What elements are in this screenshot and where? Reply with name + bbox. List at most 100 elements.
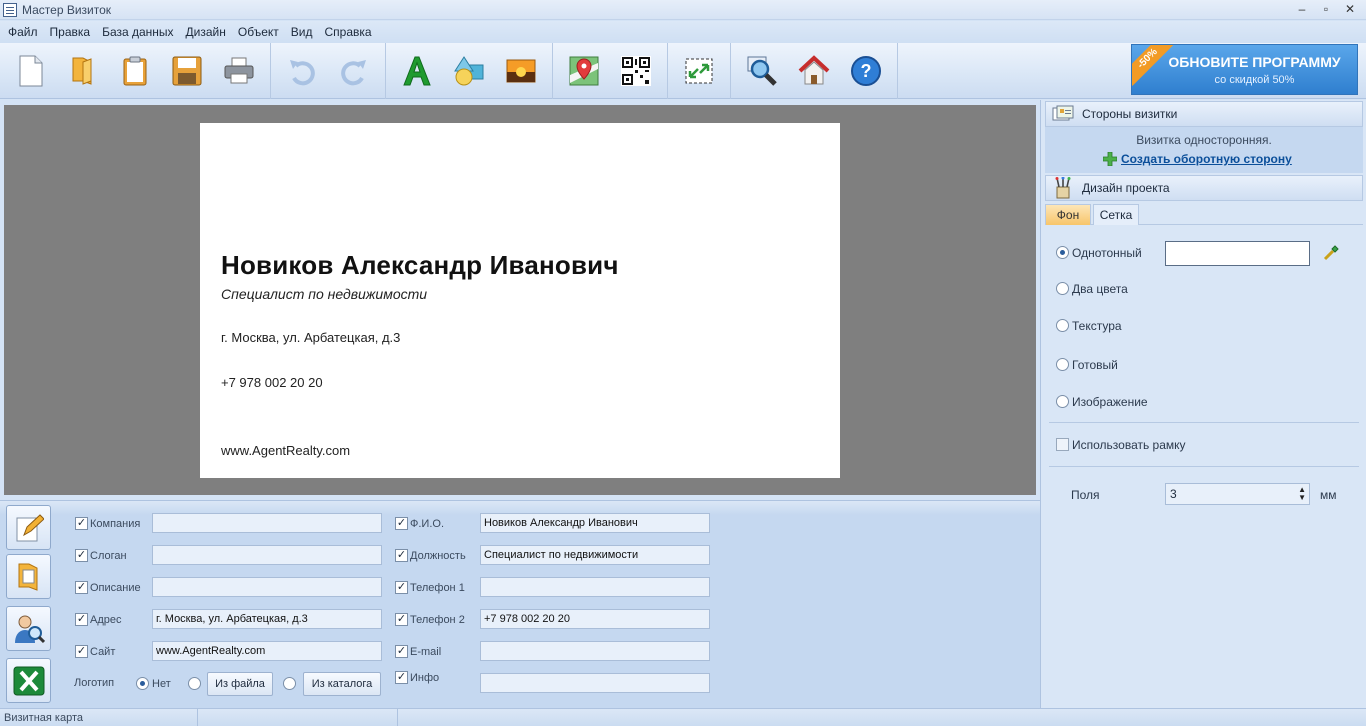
preview-button[interactable] xyxy=(740,49,784,93)
use-frame-checkbox[interactable] xyxy=(1056,438,1069,451)
post-input[interactable]: Специалист по недвижимости xyxy=(480,545,710,565)
upgrade-banner[interactable]: -50% ОБНОВИТЕ ПРОГРАММУ со скидкой 50% xyxy=(1131,44,1358,95)
post-checkbox[interactable]: ✓ xyxy=(395,549,408,562)
card-name-text[interactable]: Новиков Александр Иванович xyxy=(221,250,619,281)
app-icon xyxy=(3,2,17,17)
save-button[interactable] xyxy=(165,49,209,93)
menu-database[interactable]: База данных xyxy=(96,21,179,43)
menu-help[interactable]: Справка xyxy=(318,21,377,43)
edit-text-button[interactable] xyxy=(6,505,51,550)
site-input[interactable]: www.AgentRealty.com xyxy=(152,641,382,661)
help-icon: ? xyxy=(851,55,881,86)
add-image-button[interactable] xyxy=(499,49,543,93)
company-checkbox[interactable]: ✓ xyxy=(75,517,88,530)
logo-from-catalog-button[interactable]: Из каталога xyxy=(303,672,381,696)
excel-icon xyxy=(13,666,44,695)
logo-catalog-radio[interactable] xyxy=(283,677,296,690)
menu-file[interactable]: Файл xyxy=(2,21,44,43)
email-checkbox[interactable]: ✓ xyxy=(395,645,408,658)
tab-background[interactable]: Фон xyxy=(1045,204,1091,225)
paste-button[interactable] xyxy=(113,49,157,93)
folder-doc-icon xyxy=(18,563,37,591)
address-input[interactable]: г. Москва, ул. Арбатецкая, д.3 xyxy=(152,609,382,629)
open-database-button[interactable] xyxy=(6,554,51,599)
business-card[interactable]: Новиков Александр Иванович Специалист по… xyxy=(200,123,840,478)
slogan-label: Слоган xyxy=(90,550,127,562)
slogan-input[interactable] xyxy=(152,545,382,565)
description-checkbox[interactable]: ✓ xyxy=(75,581,88,594)
find-contact-button[interactable] xyxy=(6,606,51,651)
eyedropper-icon[interactable] xyxy=(1323,243,1341,261)
email-input[interactable] xyxy=(480,641,710,661)
divider xyxy=(1049,466,1359,467)
undo-button[interactable] xyxy=(280,49,324,93)
add-qr-button[interactable] xyxy=(614,49,658,93)
bg-solid-radio[interactable] xyxy=(1056,246,1069,259)
info-checkbox[interactable]: ✓ xyxy=(395,671,408,684)
site-checkbox[interactable]: ✓ xyxy=(75,645,88,658)
design-canvas[interactable]: Новиков Александр Иванович Специалист по… xyxy=(4,105,1036,495)
upgrade-subtitle: со скидкой 50% xyxy=(1214,74,1295,86)
logo-none-radio[interactable] xyxy=(136,677,149,690)
printer-icon xyxy=(224,57,254,83)
menu-view[interactable]: Вид xyxy=(285,21,319,43)
solid-color-swatch[interactable] xyxy=(1165,241,1310,266)
bg-image-radio[interactable] xyxy=(1056,395,1069,408)
slogan-checkbox[interactable]: ✓ xyxy=(75,549,88,562)
redo-button[interactable] xyxy=(332,49,376,93)
menu-edit[interactable]: Правка xyxy=(44,21,97,43)
tab-grid[interactable]: Сетка xyxy=(1093,204,1139,225)
email-label: E-mail xyxy=(410,646,442,658)
print-button[interactable] xyxy=(217,49,261,93)
card-address-text[interactable]: г. Москва, ул. Арбатецкая, д.3 xyxy=(221,330,400,345)
address-checkbox[interactable]: ✓ xyxy=(75,613,88,626)
company-input[interactable] xyxy=(152,513,382,533)
design-panel-header[interactable]: Дизайн проекта xyxy=(1045,175,1363,201)
address-label: Адрес xyxy=(90,614,122,626)
maximize-button[interactable]: ▫ xyxy=(1316,1,1336,17)
close-button[interactable]: ✕ xyxy=(1340,1,1360,17)
info-input[interactable] xyxy=(480,673,710,693)
design-panel-title: Дизайн проекта xyxy=(1082,181,1170,195)
minimize-button[interactable]: – xyxy=(1292,1,1312,17)
sides-panel-header[interactable]: Стороны визитки xyxy=(1045,101,1363,127)
logo-from-file-button[interactable]: Из файла xyxy=(207,672,273,696)
title-bar: Мастер Визиток – ▫ ✕ xyxy=(0,0,1366,20)
card-phone-text[interactable]: +7 978 002 20 20 xyxy=(221,375,323,390)
bg-ready-radio[interactable] xyxy=(1056,358,1069,371)
add-text-button[interactable] xyxy=(395,49,439,93)
bg-two-colors-radio[interactable] xyxy=(1056,282,1069,295)
properties-panel: Стороны визитки Визитка односторонняя. С… xyxy=(1040,100,1366,708)
bg-texture-radio[interactable] xyxy=(1056,319,1069,332)
logo-file-radio[interactable] xyxy=(188,677,201,690)
phone1-input[interactable] xyxy=(480,577,710,597)
house-icon xyxy=(798,54,830,84)
new-document-button[interactable] xyxy=(9,49,53,93)
fio-input[interactable]: Новиков Александр Иванович xyxy=(480,513,710,533)
import-excel-button[interactable] xyxy=(6,658,51,703)
open-button[interactable] xyxy=(61,49,105,93)
create-back-side-link[interactable]: Создать оборотную сторону xyxy=(1121,152,1292,166)
fio-checkbox[interactable]: ✓ xyxy=(395,517,408,530)
home-button[interactable] xyxy=(792,49,836,93)
phone2-checkbox[interactable]: ✓ xyxy=(395,613,408,626)
card-position-text[interactable]: Специалист по недвижимости xyxy=(221,286,427,302)
stepper-arrows-icon[interactable]: ▲ ▼ xyxy=(1298,486,1306,502)
info-label: Инфо xyxy=(410,672,440,684)
card-site-text[interactable]: www.AgentRealty.com xyxy=(221,443,350,458)
picture-icon xyxy=(506,59,536,82)
card-fields-panel: ✓ Компания ✓ Слоган ✓ Описание ✓ Адрес г… xyxy=(0,500,1040,708)
description-input[interactable] xyxy=(152,577,382,597)
phone2-input[interactable]: +7 978 002 20 20 xyxy=(480,609,710,629)
fit-page-button[interactable] xyxy=(677,49,721,93)
help-button[interactable]: ? xyxy=(844,49,888,93)
add-shape-button[interactable] xyxy=(447,49,491,93)
use-frame-label: Использовать рамку xyxy=(1072,438,1186,452)
window-title: Мастер Визиток xyxy=(22,2,112,17)
menu-object[interactable]: Объект xyxy=(232,21,285,43)
sides-status-text: Визитка односторонняя. xyxy=(1136,133,1272,147)
phone1-checkbox[interactable]: ✓ xyxy=(395,581,408,594)
margins-stepper[interactable]: 3 ▲ ▼ xyxy=(1165,483,1310,505)
menu-design[interactable]: Дизайн xyxy=(180,21,232,43)
add-map-button[interactable] xyxy=(562,49,606,93)
